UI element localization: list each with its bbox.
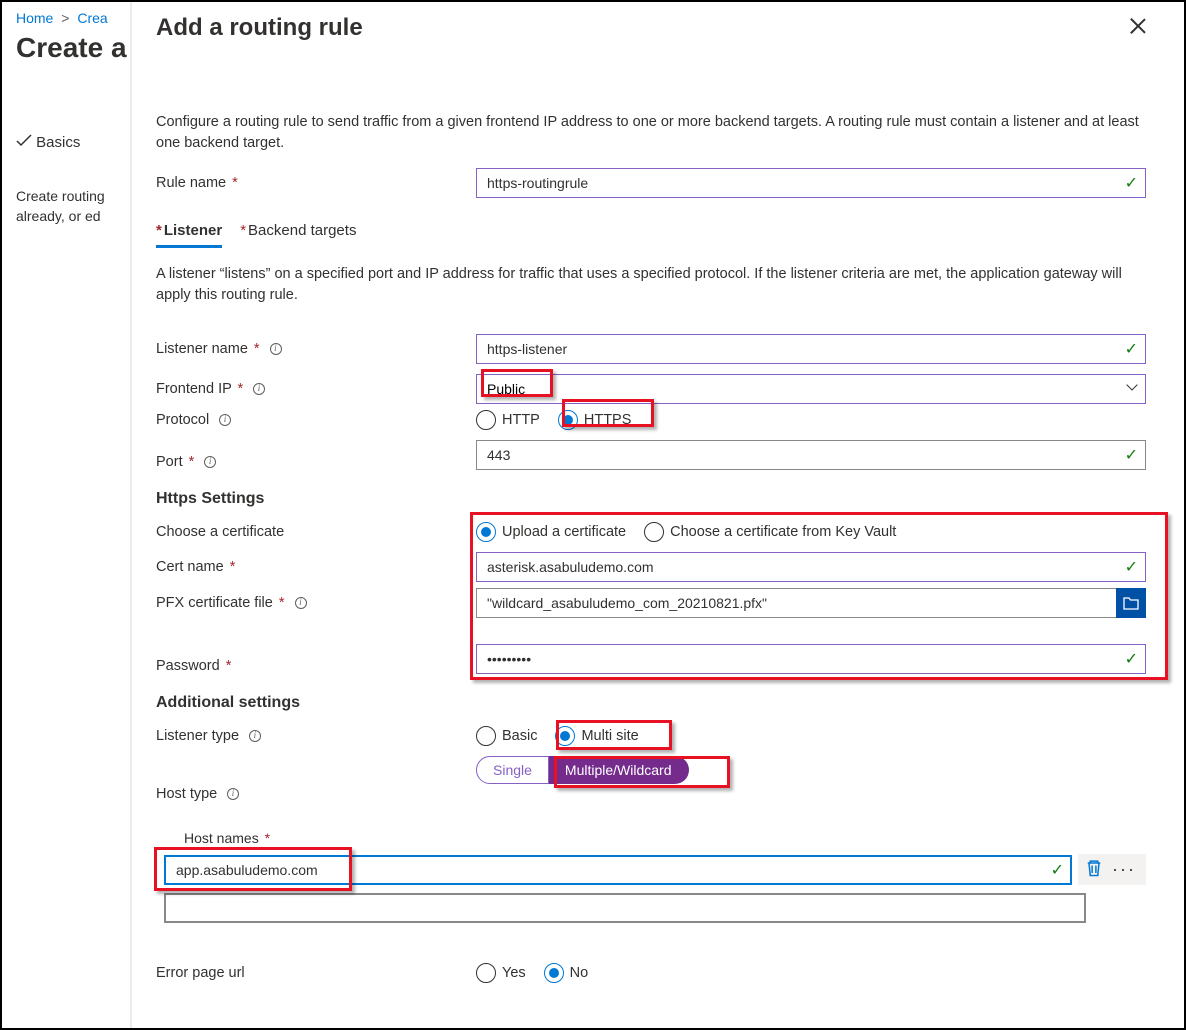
choose-certificate-row: Choose a certificate Upload a certificat… (156, 522, 1146, 542)
host-type-single-button[interactable]: Single (476, 756, 549, 784)
additional-settings-heading: Additional settings (156, 694, 1146, 712)
listener-name-input[interactable] (476, 334, 1146, 364)
page-description: Create routing already, or ed (16, 187, 126, 226)
cert-name-label: Cert name (156, 559, 224, 575)
cert-name-row: Cert name * ✓ (156, 552, 1146, 582)
rule-name-row: Rule name * ✓ (156, 168, 1146, 198)
valid-check-icon: ✓ (1125, 339, 1138, 359)
choose-certificate-label: Choose a certificate (156, 524, 284, 540)
cert-name-input[interactable] (476, 552, 1146, 582)
valid-check-icon: ✓ (1125, 557, 1138, 577)
folder-icon (1123, 596, 1139, 610)
host-name-input-empty[interactable] (164, 893, 1086, 923)
listener-type-label: Listener type (156, 728, 239, 744)
tab-backend-targets[interactable]: *Backend targets (240, 222, 356, 248)
pfx-file-input[interactable] (476, 588, 1116, 618)
blade-title: Add a routing rule (156, 14, 1146, 42)
host-names-label: Host names (184, 830, 259, 846)
info-icon[interactable] (253, 383, 265, 395)
protocol-https-radio[interactable]: HTTPS (558, 410, 632, 430)
valid-check-icon: ✓ (1125, 445, 1138, 465)
keyvault-certificate-radio[interactable]: Choose a certificate from Key Vault (644, 522, 896, 542)
pfx-file-label: PFX certificate file (156, 595, 273, 611)
port-input[interactable] (476, 440, 1146, 470)
frontend-ip-row: Frontend IP * Public (156, 374, 1146, 404)
valid-check-icon: ✓ (1051, 860, 1064, 880)
rule-name-input[interactable] (476, 168, 1146, 198)
host-type-toggle: Single Multiple/Wildcard (476, 756, 689, 784)
listener-type-row: Listener type Basic Multi site (156, 726, 1146, 746)
protocol-label: Protocol (156, 412, 209, 428)
listener-type-basic-radio[interactable]: Basic (476, 726, 537, 746)
routing-rule-blade: Add a routing rule Configure a routing r… (132, 2, 1170, 1014)
pfx-file-row: PFX certificate file * (156, 588, 1146, 618)
host-name-row-empty (164, 893, 1146, 923)
info-icon[interactable] (270, 343, 282, 355)
listener-description: A listener “listens” on a specified port… (156, 264, 1146, 306)
blade-description: Configure a routing rule to send traffic… (156, 112, 1146, 154)
host-name-row: ✓ ··· (164, 854, 1146, 885)
delete-host-button[interactable] (1084, 858, 1104, 881)
breadcrumb-home-link[interactable]: Home (16, 10, 53, 26)
rule-name-label: Rule name (156, 175, 226, 191)
tab-listener[interactable]: *Listener (156, 222, 222, 248)
listener-type-multisite-radio[interactable]: Multi site (555, 726, 638, 746)
breadcrumb-create-link[interactable]: Crea (77, 10, 107, 26)
listener-name-label: Listener name (156, 341, 248, 357)
error-page-url-row: Error page url Yes No (156, 963, 1146, 983)
error-page-no-radio[interactable]: No (544, 963, 589, 983)
info-icon[interactable] (204, 456, 216, 468)
upload-certificate-radio[interactable]: Upload a certificate (476, 522, 626, 542)
info-icon[interactable] (249, 730, 261, 742)
https-settings-heading: Https Settings (156, 490, 1146, 508)
valid-check-icon: ✓ (1125, 649, 1138, 669)
valid-check-icon: ✓ (1125, 173, 1138, 193)
password-label: Password (156, 658, 220, 674)
info-icon[interactable] (219, 414, 231, 426)
frontend-ip-label: Frontend IP (156, 381, 232, 397)
protocol-http-radio[interactable]: HTTP (476, 410, 540, 430)
host-name-input[interactable] (164, 855, 1072, 885)
wizard-step-label: Basics (36, 134, 80, 151)
more-options-button[interactable]: ··· (1108, 859, 1140, 880)
listener-name-row: Listener name * ✓ (156, 334, 1146, 364)
password-row: Password * ✓ (156, 644, 1146, 674)
info-icon[interactable] (227, 788, 239, 800)
host-type-label: Host type (156, 786, 217, 802)
checkmark-icon (16, 134, 32, 151)
tabs: *Listener *Backend targets (156, 222, 1146, 248)
port-row: Port * ✓ (156, 440, 1146, 470)
trash-icon (1084, 858, 1104, 878)
frontend-ip-select[interactable]: Public (476, 374, 1146, 404)
host-type-multiple-button[interactable]: Multiple/Wildcard (549, 756, 689, 784)
password-input[interactable] (476, 644, 1146, 674)
chevron-right-icon: > (61, 10, 69, 26)
info-icon[interactable] (295, 597, 307, 609)
error-page-yes-radio[interactable]: Yes (476, 963, 526, 983)
port-label: Port (156, 454, 183, 470)
protocol-row: Protocol HTTP HTTPS (156, 410, 1146, 430)
required-indicator: * (232, 175, 238, 191)
error-page-url-label: Error page url (156, 965, 245, 981)
browse-file-button[interactable] (1116, 588, 1146, 618)
close-icon[interactable] (1130, 18, 1146, 34)
host-type-row: Host type Single Multiple/Wildcard (156, 756, 1146, 802)
